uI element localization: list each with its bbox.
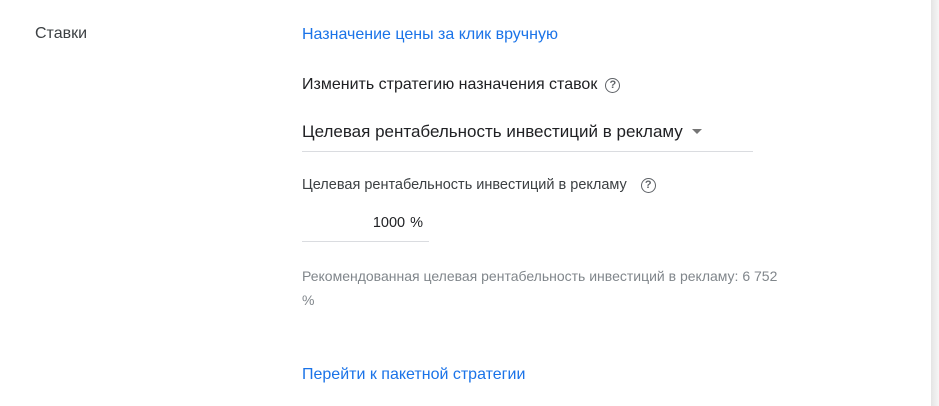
section-label: Ставки	[35, 25, 88, 42]
arrow-drop-down-icon	[691, 129, 702, 134]
manual-cpc-link[interactable]: Назначение цены за клик вручную	[302, 26, 558, 44]
bidding-settings-panel: Ставки Назначение цены за клик вручную И…	[0, 0, 931, 406]
percent-unit: %	[410, 214, 423, 231]
portfolio-strategy-link[interactable]: Перейти к пакетной стратегии	[302, 366, 525, 384]
help-icon[interactable]: ?	[605, 77, 621, 93]
target-roas-label: Целевая рентабельность инвестиций в рекл…	[302, 177, 656, 193]
target-roas-input[interactable]: 1000 %	[302, 204, 429, 242]
bid-strategy-dropdown[interactable]: Целевая рентабельность инвестиций в рекл…	[302, 110, 753, 152]
target-roas-value: 1000	[372, 214, 406, 231]
change-strategy-heading: Изменить стратегию назначения ставок ?	[302, 76, 621, 94]
change-strategy-label: Изменить стратегию назначения ставок	[302, 76, 598, 93]
help-icon[interactable]: ?	[640, 177, 656, 193]
recommended-target-roas: Рекомендованная целевая рентабельность и…	[302, 268, 778, 308]
target-roas-label-text: Целевая рентабельность инвестиций в рекл…	[302, 177, 627, 193]
bid-strategy-selected: Целевая рентабельность инвестиций в рекл…	[302, 121, 683, 141]
panel-shadow-edge	[931, 0, 939, 406]
